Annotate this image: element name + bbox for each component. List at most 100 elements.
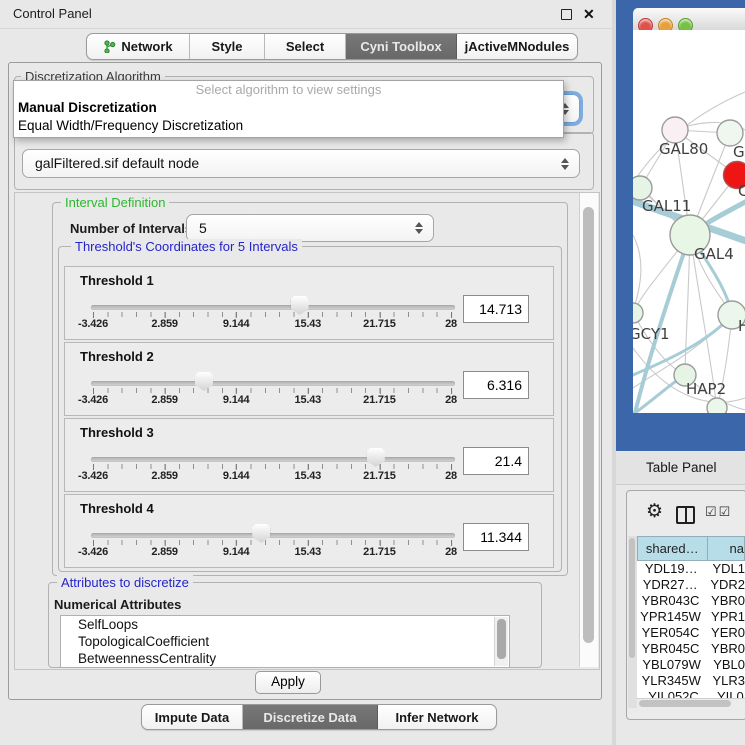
tick-label: 28 xyxy=(445,546,457,558)
scrollbar-thumb[interactable] xyxy=(639,700,731,707)
table-horizontal-scrollbar[interactable] xyxy=(637,698,745,709)
table-row[interactable]: YBL079WYBL0 xyxy=(637,657,745,673)
apply-button[interactable]: Apply xyxy=(255,671,321,694)
tick-label: 21.715 xyxy=(363,546,395,558)
slider-tick-labels: -3.426 2.859 9.144 15.43 21.715 28 xyxy=(93,394,451,407)
tab-label: Network xyxy=(121,39,172,54)
network-icon xyxy=(103,40,116,53)
threshold-3-label: Threshold 3 xyxy=(80,425,154,440)
table-row[interactable]: YDL19…YDL1 xyxy=(637,561,745,577)
close-icon[interactable]: ✕ xyxy=(583,5,595,23)
table-data-combobox[interactable]: galFiltered.sif default node xyxy=(22,149,580,178)
control-panel-titlebar xyxy=(0,0,616,29)
tab-cyni-toolbox[interactable]: Cyni Toolbox xyxy=(346,34,457,59)
column-header-name[interactable]: na xyxy=(708,536,745,561)
tick-label: 28 xyxy=(445,394,457,406)
threshold-4-label: Threshold 4 xyxy=(80,501,154,516)
tick-label: 9.144 xyxy=(223,318,250,330)
tick-label: 9.144 xyxy=(223,394,250,406)
tick-label: 9.144 xyxy=(223,546,250,558)
threshold-3-slider-track[interactable] xyxy=(91,457,455,462)
node-label: GA xyxy=(733,143,745,161)
tick-label: -3.426 xyxy=(78,318,108,330)
threshold-1-label: Threshold 1 xyxy=(80,273,154,288)
table-row[interactable]: YBR045CYBR0 xyxy=(637,641,745,657)
threshold-4-panel: Threshold 4 -3.426 2.859 9.144 15.43 21.… xyxy=(64,494,554,568)
tab-infer-network[interactable]: Infer Network xyxy=(378,705,496,729)
node-label: GAL4 xyxy=(694,245,734,263)
tab-style[interactable]: Style xyxy=(190,34,265,59)
node-attribute-table[interactable]: shared… na YDL19…YDL1 YDR27…YDR2 YBR043C… xyxy=(637,536,745,708)
tab-impute-data[interactable]: Impute Data xyxy=(142,705,243,729)
scrollbar-thumb[interactable] xyxy=(583,207,594,643)
attributes-group-title: Attributes to discretize xyxy=(57,575,193,590)
tab-discretize-data[interactable]: Discretize Data xyxy=(243,705,378,729)
list-item[interactable]: SelfLoops xyxy=(61,616,509,633)
tab-select[interactable]: Select xyxy=(265,34,346,59)
network-window-titlebar[interactable] xyxy=(633,8,745,31)
list-item[interactable]: BetweennessCentrality xyxy=(61,650,509,667)
gear-icon[interactable]: ⚙ xyxy=(646,501,663,523)
node-bottom-cut[interactable] xyxy=(707,398,727,413)
tick-label: 21.715 xyxy=(363,470,395,482)
column-header-shared-name[interactable]: shared… xyxy=(637,536,708,561)
number-of-intervals-value: 5 xyxy=(199,215,207,241)
float-window-icon[interactable] xyxy=(561,9,572,20)
table-data-value: galFiltered.sif default node xyxy=(35,150,199,176)
node-label: GAL80 xyxy=(659,140,708,158)
tab-label: Style xyxy=(211,39,242,54)
dropdown-option-equal-width-frequency[interactable]: Equal Width/Frequency Discretization xyxy=(14,117,563,135)
threshold-2-value-field[interactable]: 6.316 xyxy=(463,371,529,399)
table-row[interactable]: YER054CYER0 xyxy=(637,625,745,641)
numerical-attributes-label: Numerical Attributes xyxy=(54,597,181,612)
numerical-attributes-list[interactable]: SelfLoops TopologicalCoefficient Between… xyxy=(60,615,510,668)
tick-label: 15.43 xyxy=(295,470,322,482)
threshold-3-value-field[interactable]: 21.4 xyxy=(463,447,529,475)
table-row[interactable]: YPR145WYPR1 xyxy=(637,609,745,625)
tick-label: 2.859 xyxy=(151,470,178,482)
algorithm-dropdown-popup: Select algorithm to view settings Manual… xyxy=(13,80,564,138)
tab-network[interactable]: Network xyxy=(87,34,190,59)
tick-label: 2.859 xyxy=(151,394,178,406)
control-panel-tabs: Network Style Select Cyni Toolbox jActiv… xyxy=(86,33,578,60)
screen: Control Panel ✕ Network Style Select Cyn… xyxy=(0,0,745,745)
threshold-4-slider-track[interactable] xyxy=(91,533,455,538)
list-item[interactable]: TopologicalCoefficient xyxy=(61,633,509,650)
slider-ticks xyxy=(93,312,452,317)
scrollbar-thumb[interactable] xyxy=(629,538,635,658)
threshold-1-value-field[interactable]: 14.713 xyxy=(463,295,529,323)
slider-ticks xyxy=(93,540,452,545)
tick-label: 21.715 xyxy=(363,394,395,406)
control-panel-title: Control Panel xyxy=(13,0,92,28)
threshold-2-label: Threshold 2 xyxy=(80,349,154,364)
vertical-scrollbar[interactable] xyxy=(579,193,598,667)
threshold-2-panel: Threshold 2 -3.426 2.859 9.144 15.43 21.… xyxy=(64,342,554,416)
number-of-intervals-combobox[interactable]: 5 xyxy=(186,214,434,242)
number-of-intervals-label: Number of Intervals xyxy=(70,221,192,236)
network-view-canvas[interactable]: GAL80 GA C GAL11 GAL4 GCY1 H HAP2 xyxy=(633,30,745,413)
table-row[interactable]: YBR043CYBR0 xyxy=(637,593,745,609)
table-row[interactable]: YDR27…YDR2 xyxy=(637,577,745,593)
scrollbar-thumb[interactable] xyxy=(497,619,506,659)
node-label: GCY1 xyxy=(633,325,670,343)
dropdown-prompt: Select algorithm to view settings xyxy=(14,81,563,99)
tick-label: 15.43 xyxy=(295,546,322,558)
tab-jactivemnodules[interactable]: jActiveMNodules xyxy=(457,34,577,59)
network-graph: GAL80 GA C GAL11 GAL4 GCY1 H HAP2 xyxy=(633,30,745,413)
node-gcy1[interactable] xyxy=(633,303,643,323)
table-row[interactable]: YLR345WYLR3 xyxy=(637,673,745,689)
threshold-4-value-field[interactable]: 11.344 xyxy=(463,523,529,551)
tick-label: -3.426 xyxy=(78,546,108,558)
split-columns-icon[interactable] xyxy=(676,506,695,524)
threshold-3-panel: Threshold 3 -3.426 2.859 9.144 15.43 21.… xyxy=(64,418,554,492)
tick-label: 28 xyxy=(445,318,457,330)
threshold-2-slider-track[interactable] xyxy=(91,381,455,386)
dropdown-option-manual-discretization[interactable]: Manual Discretization xyxy=(14,99,563,117)
tick-label: -3.426 xyxy=(78,470,108,482)
checkbox-icons[interactable]: ☑☑ xyxy=(705,504,732,520)
threshold-1-slider-track[interactable] xyxy=(91,305,455,310)
tab-label: Select xyxy=(286,39,324,54)
list-scrollbar[interactable] xyxy=(494,617,508,666)
slider-ticks xyxy=(93,388,452,393)
tick-label: 9.144 xyxy=(223,470,250,482)
